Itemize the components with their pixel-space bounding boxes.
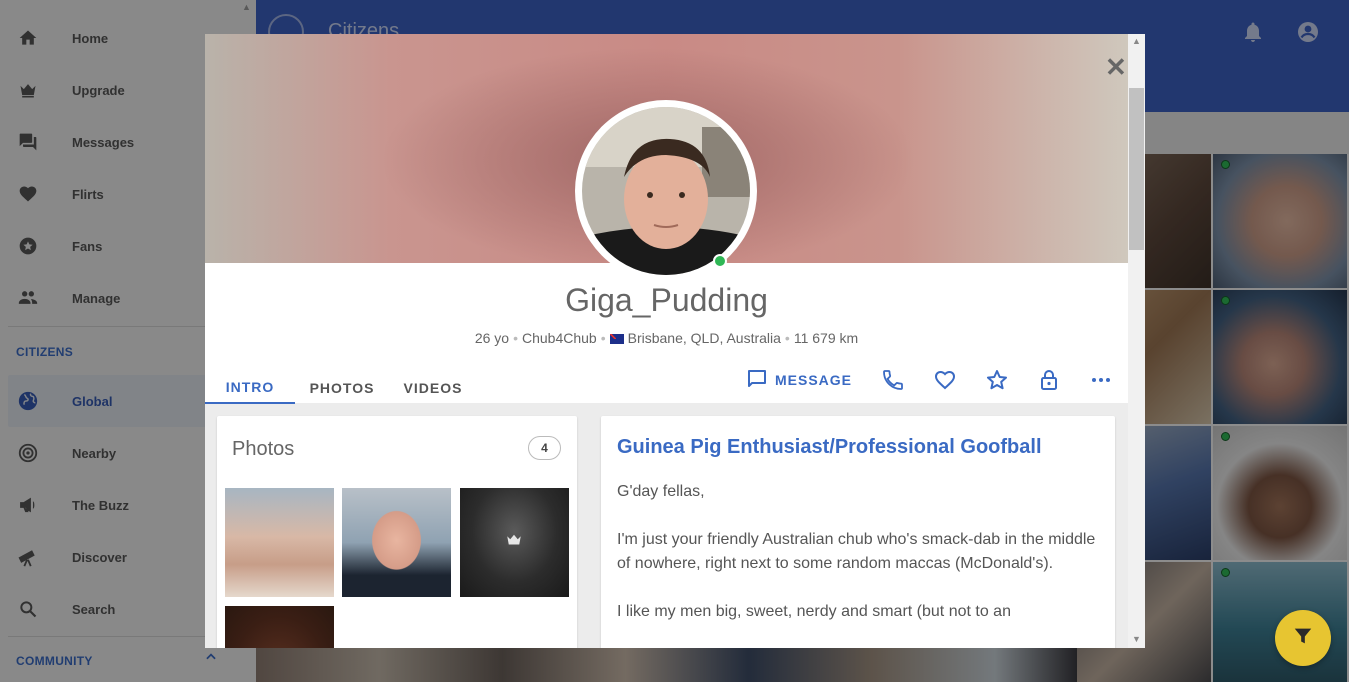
profile-modal: ✕ Giga_Pudding 26 yo • Chub4Chub • Brisbane,… xyxy=(205,34,1145,648)
about-card: Guinea Pig Enthusiast/Professional Goofb… xyxy=(601,416,1115,648)
profile-username: Giga_Pudding xyxy=(565,282,768,318)
premium-locked-photo[interactable] xyxy=(225,606,334,648)
profile-community[interactable]: Chub4Chub xyxy=(522,330,597,346)
online-status-indicator xyxy=(713,254,727,268)
tab-videos[interactable]: VIDEOS xyxy=(393,372,473,404)
profile-meta: 26 yo • Chub4Chub • Brisbane, QLD, Australia… xyxy=(474,330,859,346)
profile-headline: Guinea Pig Enthusiast/Professional Goofb… xyxy=(617,436,1042,458)
filter-icon xyxy=(1292,625,1314,652)
lock-icon[interactable] xyxy=(1037,368,1061,392)
photo-count-badge: 4 xyxy=(528,436,561,460)
profile-bio: G'day fellas, I'm just your friendly Aus… xyxy=(617,480,1097,648)
more-options-icon[interactable] xyxy=(1089,368,1113,392)
message-button[interactable]: MESSAGE xyxy=(745,362,867,398)
tab-photos[interactable]: PHOTOS xyxy=(299,372,385,404)
premium-locked-photo[interactable] xyxy=(460,488,569,597)
scroll-down-icon[interactable]: ▼ xyxy=(1132,634,1141,644)
profile-age: 26 yo xyxy=(474,330,510,346)
photo-thumbnail[interactable] xyxy=(342,488,451,597)
photos-card-title: Photos xyxy=(232,438,295,460)
australia-flag-icon xyxy=(609,334,624,344)
close-icon[interactable]: ✕ xyxy=(1105,54,1127,80)
filter-button[interactable] xyxy=(1275,610,1331,666)
tab-intro[interactable]: INTRO xyxy=(205,372,295,404)
bio-paragraph: I like my men big, sweet, nerdy and smar… xyxy=(617,603,1011,620)
star-outline-icon[interactable] xyxy=(985,368,1009,392)
profile-location: Brisbane, QLD, Australia xyxy=(627,330,781,346)
bio-paragraph: I'm just your friendly Australian chub w… xyxy=(617,531,1096,572)
photo-thumbnail[interactable] xyxy=(225,488,334,597)
scrollbar-thumb[interactable] xyxy=(1129,88,1144,250)
heart-outline-icon[interactable] xyxy=(933,368,957,392)
photos-card: Photos 4 xyxy=(217,416,577,648)
bio-paragraph: G'day fellas, xyxy=(617,483,705,500)
crown-icon xyxy=(505,531,523,554)
chat-icon xyxy=(745,367,775,394)
message-button-label: MESSAGE xyxy=(775,372,853,388)
scroll-up-icon[interactable]: ▲ xyxy=(1132,36,1141,46)
modal-scrollbar[interactable]: ▲ ▼ xyxy=(1128,34,1145,648)
profile-distance: 11 679 km xyxy=(793,330,859,346)
avatar[interactable] xyxy=(575,100,757,282)
phone-icon[interactable] xyxy=(881,368,905,392)
